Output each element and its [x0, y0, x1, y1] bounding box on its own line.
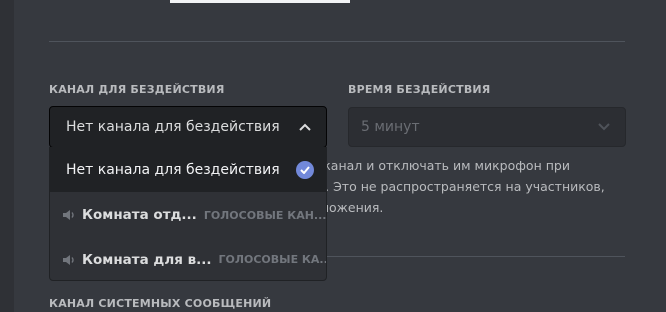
option-category: ГОЛОСОВЫЕ КАН...	[203, 208, 327, 222]
option-voice-channel[interactable]: Комната для в... ГОЛОСОВЫЕ КА...	[50, 238, 327, 280]
help-line: ложения.	[321, 200, 384, 215]
chevron-up-icon	[298, 120, 312, 134]
afk-channel-label: КАНАЛ ДЛЯ БЕЗДЕЙСТВИЯ	[49, 83, 225, 96]
afk-channel-dropdown: Нет канала для бездействия Комната отд..…	[49, 147, 327, 281]
afk-channel-select[interactable]: Нет канала для бездействия	[49, 106, 327, 148]
option-label: Комната отд...	[82, 207, 197, 223]
speaker-icon	[62, 253, 76, 267]
top-input-edge	[170, 0, 350, 3]
afk-channel-value: Нет канала для бездействия	[66, 119, 280, 135]
option-voice-channel[interactable]: Комната отд... ГОЛОСОВЫЕ КАН...	[50, 193, 326, 237]
afk-timeout-value: 5 минут	[361, 119, 420, 135]
help-line: т канал и отключать им микрофон при	[312, 158, 570, 173]
option-no-afk-channel[interactable]: Нет канала для бездействия	[50, 148, 326, 192]
help-line: и. Это не распространяется на участников…	[317, 179, 605, 194]
system-channel-label: КАНАЛ СИСТЕМНЫХ СООБЩЕНИЙ	[49, 297, 272, 310]
speaker-icon	[62, 208, 76, 222]
option-category: ГОЛОСОВЫЕ КА...	[218, 253, 327, 266]
afk-timeout-select: 5 минут	[348, 107, 626, 147]
option-label: Комната для в...	[82, 251, 212, 268]
section-divider	[49, 41, 625, 42]
checkmark-icon	[296, 161, 314, 179]
chevron-down-icon	[597, 120, 611, 134]
afk-timeout-label: ВРЕМЯ БЕЗДЕЙСТВИЯ	[348, 83, 491, 96]
option-label: Нет канала для бездействия	[66, 162, 280, 178]
side-panel-edge	[0, 0, 14, 312]
